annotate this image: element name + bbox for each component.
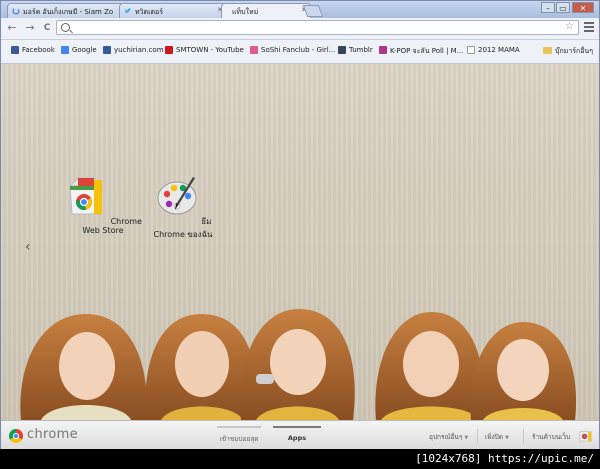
theme-photo [20,309,577,420]
chrome-logo-icon [9,429,23,443]
facebook-icon [103,46,111,54]
new-tab-page: Chrome Web Store ธีม Chrome ของฉัน ‹ [1,64,599,420]
address-input[interactable] [73,22,557,35]
tab-strip: มอร์ค อันเก็งเกษมี - Siam Zo ✕ ทวิตเตอร์… [1,1,599,18]
toolbar: ← → C ☆ [1,18,599,40]
bookmark-label: yuchirian.com [114,46,164,54]
twitter-icon [124,8,132,13]
watermark-bar: [1024x768] https://upic.me/ [0,449,600,469]
bookmark-label: Tumblr [349,46,373,54]
bookmark-label: SoShi Fanclub - Girl... [261,46,336,54]
tab-title: ทวิตเตอร์ [135,8,163,16]
kpop-icon [379,46,387,54]
chevron-down-icon: ▼ [505,435,509,441]
tab-twitter[interactable]: ทวิตเตอร์ ✕ [119,3,227,18]
minimize-button[interactable]: – [541,2,555,13]
person-1 [20,314,147,420]
chrome-web-store-icon[interactable] [579,429,592,442]
app-label: ธีม Chrome ของฉัน [153,217,213,239]
google-icon [61,46,69,54]
menu-icon[interactable] [584,22,594,34]
bookmark-smtown-youtube[interactable]: SMTOWN - YouTube [165,46,244,54]
star-icon[interactable]: ☆ [565,21,574,32]
bookmark-label: K-POP จะลัน Poll | M... [390,47,464,55]
loading-icon [12,7,20,15]
tab-label: เข้าชมบ่อยสุด [219,435,259,443]
tab-siam-zone[interactable]: มอร์ค อันเก็งเกษมี - Siam Zo ✕ [7,3,129,18]
bookmark-label: Facebook [22,46,55,54]
page-icon [467,46,475,54]
chrome-web-store-icon [68,177,104,215]
tab-label: Apps [287,434,307,442]
browser-window: มอร์ค อันเก็งเกษมี - Siam Zo ✕ ทวิตเตอร์… [0,0,600,450]
tab-new-tab[interactable]: แท็บใหม่ ✕ [221,3,311,18]
footer-divider [523,429,524,443]
app-chrome-themes[interactable]: ธีม Chrome ของฉัน [138,174,228,241]
person-3 [240,309,355,420]
close-window-button[interactable]: ✕ [572,2,594,13]
chevron-down-icon: ▼ [464,435,469,441]
other-devices-label: อุปกรณ์อื่นๆ [429,433,463,441]
new-tab-button[interactable] [302,5,324,17]
footer-divider [477,429,478,443]
folder-icon [543,47,552,54]
bookmark-yuchirian[interactable]: yuchirian.com [103,46,164,54]
facebook-icon [11,46,19,54]
soshi-icon [250,46,258,54]
bookmark-label: 2012 MAMA [478,46,520,54]
person-4 [375,312,485,420]
other-devices-menu[interactable]: อุปกรณ์อื่นๆ ▼ [429,432,468,442]
other-bookmarks-label: บุ๊กมาร์กอื่นๆ [555,47,593,55]
tab-apps[interactable]: Apps [273,426,321,442]
tab-title: มอร์ค อันเก็งเกษมี - Siam Zo [23,8,114,16]
omnibox[interactable]: ☆ [56,20,579,35]
tumblr-icon [338,46,346,54]
bookmarks-bar: Facebook Google yuchirian.com SMTOWN - Y… [1,40,599,64]
palette-icon [157,177,197,215]
back-button[interactable]: ← [5,21,19,35]
bookmark-kpop-poll[interactable]: K-POP จะลัน Poll | M... [379,46,463,57]
app-chrome-web-store[interactable]: Chrome Web Store [58,174,148,235]
page-left-arrow-icon[interactable]: ‹ [25,239,31,255]
forward-button[interactable]: → [23,21,37,35]
bookmark-facebook[interactable]: Facebook [11,46,55,54]
tab-title: แท็บใหม่ [232,8,259,16]
person-2 [145,314,257,420]
person-5 [470,322,577,420]
app-label: Chrome Web Store [82,217,142,235]
chrome-brand: chrome [27,427,78,442]
other-bookmarks[interactable]: บุ๊กมาร์กอื่นๆ [543,46,593,57]
bookmark-tumblr[interactable]: Tumblr [338,46,373,54]
tab-most-visited[interactable]: เข้าชมบ่อยสุด [217,426,261,444]
bookmark-google[interactable]: Google [61,46,97,54]
bookmark-2012-mama[interactable]: 2012 MAMA [467,46,520,54]
web-store-label: ร้านค้าบนเว็บ [532,433,571,441]
ntp-footer: chrome เข้าชมบ่อยสุด Apps อุปกรณ์อื่นๆ ▼… [1,420,599,450]
web-store-link[interactable]: ร้านค้าบนเว็บ [532,432,570,442]
recently-closed-menu[interactable]: เพิ่งปิด ▼ [485,432,509,442]
recently-closed-label: เพิ่งปิด [485,433,504,441]
youtube-icon [165,46,173,54]
search-icon [61,23,70,32]
reload-button[interactable]: C [40,21,54,35]
maximize-button[interactable]: ▭ [556,2,570,13]
bookmark-label: SMTOWN - YouTube [176,46,244,54]
bookmark-soshi-fanclub[interactable]: SoShi Fanclub - Girl... [250,46,335,54]
watermark-text: [1024x768] https://upic.me/ [415,452,594,465]
bookmark-label: Google [72,46,97,54]
